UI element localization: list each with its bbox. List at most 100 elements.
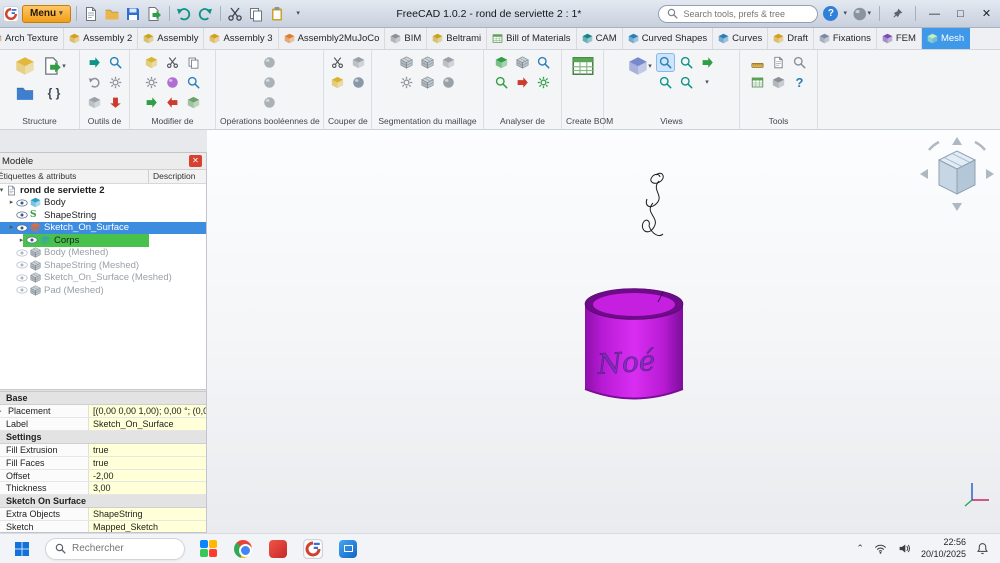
refine-mesh-icon[interactable] bbox=[184, 73, 203, 92]
chrome-icon[interactable] bbox=[231, 537, 255, 561]
visibility-eye-icon[interactable] bbox=[16, 274, 28, 282]
undo-icon[interactable] bbox=[175, 4, 194, 23]
boolean-intersection-icon[interactable] bbox=[260, 73, 279, 92]
decimate-icon[interactable] bbox=[163, 73, 182, 92]
standard-views-icon[interactable]: ▾ bbox=[627, 53, 654, 79]
property-value[interactable]: Mapped_Sketch bbox=[89, 521, 206, 532]
minimize-button[interactable]: — bbox=[924, 3, 945, 25]
flag-defects-icon[interactable] bbox=[513, 73, 532, 92]
open-file-icon[interactable] bbox=[103, 4, 122, 23]
property-name[interactable]: Offset bbox=[0, 470, 89, 482]
boolean-difference-icon[interactable] bbox=[260, 93, 279, 112]
workbench-tab-beltrami[interactable]: Beltrami bbox=[427, 28, 487, 49]
workbench-tab-curved-shapes[interactable]: Curved Shapes bbox=[623, 28, 713, 49]
visibility-eye-icon[interactable] bbox=[16, 224, 28, 232]
property-section-settings[interactable]: Settings bbox=[0, 431, 206, 444]
new-document-icon[interactable] bbox=[82, 4, 101, 23]
workbench-tab-draft[interactable]: Draft bbox=[768, 28, 814, 49]
property-value[interactable]: 3,00 bbox=[89, 482, 206, 494]
blue-app-icon[interactable] bbox=[336, 537, 360, 561]
segment-color-icon[interactable] bbox=[418, 73, 437, 92]
property-value[interactable]: Sketch_On_Surface bbox=[89, 418, 206, 430]
viewport-3d[interactable]: Noé bbox=[207, 130, 1000, 533]
volume-icon[interactable] bbox=[897, 541, 912, 556]
cut-icon[interactable] bbox=[226, 4, 245, 23]
wifi-icon[interactable] bbox=[873, 541, 888, 556]
smooth-mesh-icon[interactable] bbox=[142, 93, 161, 112]
views-more-icon[interactable]: ▾ bbox=[698, 73, 717, 92]
property-row-extra-objects[interactable]: Extra Objects ShapeString bbox=[0, 508, 206, 521]
remove-components-icon[interactable] bbox=[163, 93, 182, 112]
tree-item-body-meshed[interactable]: Body (Meshed) bbox=[0, 247, 206, 260]
inspect-mesh-icon[interactable] bbox=[106, 53, 125, 72]
workbench-tab-mesh[interactable]: Mesh bbox=[922, 28, 970, 49]
copy-mesh-icon[interactable] bbox=[184, 53, 203, 72]
segment-settings-icon[interactable] bbox=[397, 73, 416, 92]
zoom-box-icon[interactable] bbox=[656, 73, 675, 92]
close-button[interactable]: ✕ bbox=[976, 3, 997, 25]
taskbar-search-box[interactable] bbox=[45, 538, 185, 560]
global-search-input[interactable] bbox=[683, 9, 809, 19]
remove-mesh-icon[interactable] bbox=[106, 93, 125, 112]
visibility-eye-icon[interactable] bbox=[16, 249, 28, 257]
harmonize-normals-icon[interactable] bbox=[142, 53, 161, 72]
expander-icon[interactable]: ▸ bbox=[7, 199, 16, 206]
property-name[interactable]: Label bbox=[0, 418, 89, 430]
regular-solid-icon[interactable] bbox=[142, 73, 161, 92]
red-app-icon[interactable] bbox=[266, 537, 290, 561]
visibility-eye-icon[interactable] bbox=[16, 261, 28, 269]
property-value[interactable]: -2,00 bbox=[89, 470, 206, 482]
property-section-sketch-on-surface[interactable]: Sketch On Surface bbox=[0, 495, 206, 508]
maximize-button[interactable]: □ bbox=[950, 3, 971, 25]
fit-selection-icon[interactable] bbox=[698, 53, 717, 72]
tree-item-sketch-on-surface-meshed[interactable]: Sketch_On_Surface (Meshed) bbox=[0, 272, 206, 285]
workbench-tab-bill-of-materials[interactable]: Bill of Materials bbox=[487, 28, 576, 49]
property-name[interactable]: Extra Objects bbox=[0, 508, 89, 520]
flip-normals-icon[interactable] bbox=[85, 73, 104, 92]
visibility-eye-icon[interactable] bbox=[16, 199, 28, 207]
tree-item-shapestring[interactable]: S ShapeString bbox=[0, 209, 206, 222]
curvature-info-icon[interactable] bbox=[534, 53, 553, 72]
taskbar-clock[interactable]: 22:56 20/10/2025 bbox=[921, 537, 966, 560]
property-value[interactable]: true bbox=[89, 457, 206, 469]
menu-button[interactable]: Menu ▾ bbox=[22, 5, 71, 23]
import-mesh-icon[interactable] bbox=[85, 53, 104, 72]
segment-sphere-icon[interactable] bbox=[439, 73, 458, 92]
expander-icon[interactable]: ▸ bbox=[0, 407, 6, 415]
style-preferences-icon[interactable]: ▾ bbox=[852, 4, 871, 23]
property-value[interactable]: true bbox=[89, 444, 206, 456]
section-cut-icon[interactable] bbox=[328, 73, 347, 92]
units-calculator-icon[interactable] bbox=[748, 73, 767, 92]
export-icon[interactable] bbox=[145, 4, 164, 23]
segment-by-curvature-icon[interactable] bbox=[418, 53, 437, 72]
cut-mesh-icon[interactable] bbox=[328, 53, 347, 72]
workbench-tab-assembly-3[interactable]: Assembly 3 bbox=[204, 28, 278, 49]
property-section-base[interactable]: Base bbox=[0, 392, 206, 405]
copy-icon[interactable] bbox=[247, 4, 266, 23]
create-mesh-icon[interactable] bbox=[12, 53, 39, 79]
align-icon[interactable] bbox=[769, 73, 788, 92]
fit-all-icon[interactable] bbox=[656, 53, 675, 72]
property-value[interactable]: ShapeString bbox=[89, 508, 206, 520]
taskbar-search-input[interactable] bbox=[72, 543, 175, 554]
trim-mesh-icon[interactable] bbox=[163, 53, 182, 72]
mesh-from-shape-icon[interactable]: { } bbox=[41, 80, 68, 106]
property-row-sketch[interactable]: Sketch Mapped_Sketch bbox=[0, 521, 206, 532]
dimension-icon[interactable] bbox=[790, 53, 809, 72]
workbench-tab-fixations[interactable]: Fixations bbox=[814, 28, 877, 49]
property-row-offset[interactable]: Offset -2,00 bbox=[0, 470, 206, 483]
mesh-settings-icon[interactable] bbox=[106, 73, 125, 92]
property-row-label[interactable]: Label Sketch_On_Surface bbox=[0, 418, 206, 431]
save-icon[interactable] bbox=[124, 4, 143, 23]
create-bom-icon[interactable] bbox=[569, 53, 596, 79]
measure-icon[interactable] bbox=[748, 53, 767, 72]
dock-tab-model[interactable]: Modèle ✕ bbox=[0, 153, 206, 170]
tree-item-pad-meshed[interactable]: Pad (Meshed) bbox=[0, 284, 206, 297]
cross-sections-icon[interactable] bbox=[349, 53, 368, 72]
toolbar-overflow-icon[interactable]: ▾ bbox=[289, 4, 308, 23]
freecad-taskbar-icon[interactable] bbox=[301, 537, 325, 561]
tree-item-sketch-on-surface[interactable]: ▸ Sketch_On_Surface bbox=[0, 222, 206, 235]
notifications-icon[interactable] bbox=[975, 541, 990, 556]
start-button[interactable] bbox=[10, 537, 34, 561]
tray-overflow-icon[interactable]: ⌃ bbox=[856, 543, 864, 554]
